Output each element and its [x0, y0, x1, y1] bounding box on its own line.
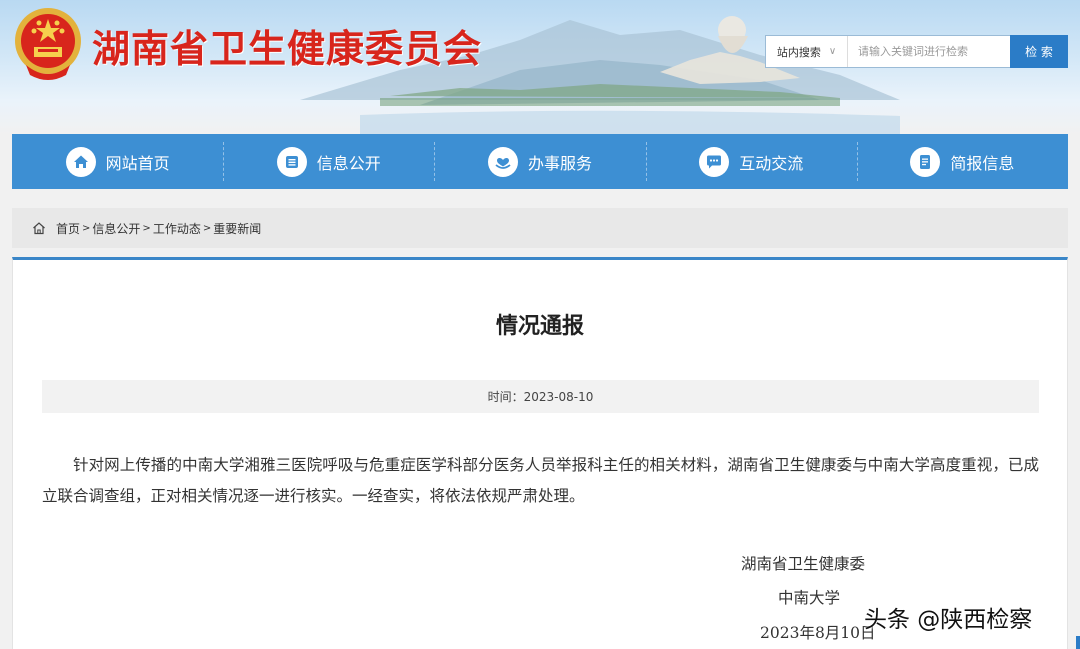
search-scope-select[interactable]: 站内搜索 ∨ [766, 36, 848, 67]
nav-item-info-public[interactable]: 信息公开 [223, 134, 434, 189]
article-title: 情况通报 [495, 314, 584, 339]
nav-item-label: 网站首页 [105, 153, 170, 173]
national-emblem-icon [15, 8, 81, 80]
breadcrumb-separator: > [142, 222, 151, 234]
breadcrumb-separator: > [82, 222, 91, 234]
site-title[interactable]: 湖南省卫生健康委员会 [92, 18, 482, 73]
nav-item-label: 互动交流 [739, 153, 804, 173]
watermark: 头条 @陕西检察 [864, 607, 1033, 633]
breadcrumb-item-info-public[interactable]: 信息公开 [92, 220, 140, 237]
nav-item-briefing[interactable]: 简报信息 [856, 134, 1068, 189]
chat-icon [699, 146, 730, 177]
report-icon [910, 146, 941, 177]
breadcrumb-separator: > [202, 222, 212, 234]
nav-item-home[interactable]: 网站首页 [12, 134, 223, 189]
nav-item-interaction[interactable]: 互动交流 [645, 134, 857, 189]
breadcrumb-item-work-updates[interactable]: 工作动态 [153, 220, 201, 237]
article-container: 情况通报 时间：2023-08-10 针对网上传播的中南大学湘雅三医院呼吸与危重… [12, 257, 1068, 649]
search-scope-label: 站内搜索 [776, 45, 821, 59]
site-header: 湖南省卫生健康委员会 站内搜索 ∨ 检 索 [0, 0, 1080, 134]
home-outline-icon [33, 222, 45, 235]
search-box: 站内搜索 ∨ 检 索 [765, 35, 1068, 68]
main-nav: 网站首页 信息公开 办事服务 互动交流 简报信息 [12, 134, 1068, 189]
nav-item-services[interactable]: 办事服务 [434, 134, 645, 189]
signature-org-2: 中南大学 [778, 589, 841, 607]
breadcrumb: 首页 > 信息公开 > 工作动态 > 重要新闻 [12, 208, 1068, 248]
scroll-edge-indicator [1076, 636, 1080, 649]
chevron-down-icon: ∨ [828, 46, 837, 57]
breadcrumb-item-important-news[interactable]: 重要新闻 [213, 220, 261, 237]
signature-org-1: 湖南省卫生健康委 [741, 555, 866, 573]
breadcrumb-item-home[interactable]: 首页 [56, 220, 80, 237]
search-button[interactable]: 检 索 [1010, 35, 1068, 68]
nav-item-label: 信息公开 [316, 153, 381, 173]
home-icon [65, 146, 96, 177]
heart-hand-icon [488, 146, 518, 177]
nav-item-label: 办事服务 [528, 153, 593, 173]
article-meta-bar: 时间：2023-08-10 [42, 380, 1039, 413]
document-icon [276, 146, 307, 177]
search-input[interactable] [848, 36, 1010, 67]
nav-item-label: 简报信息 [950, 153, 1015, 173]
article-body: 针对网上传播的中南大学湘雅三医院呼吸与危重症医学科部分医务人员举报科主任的相关材… [42, 456, 1039, 505]
publish-date: 时间：2023-08-10 [487, 390, 594, 404]
signature-date: 2023年8月10日 [760, 624, 876, 642]
